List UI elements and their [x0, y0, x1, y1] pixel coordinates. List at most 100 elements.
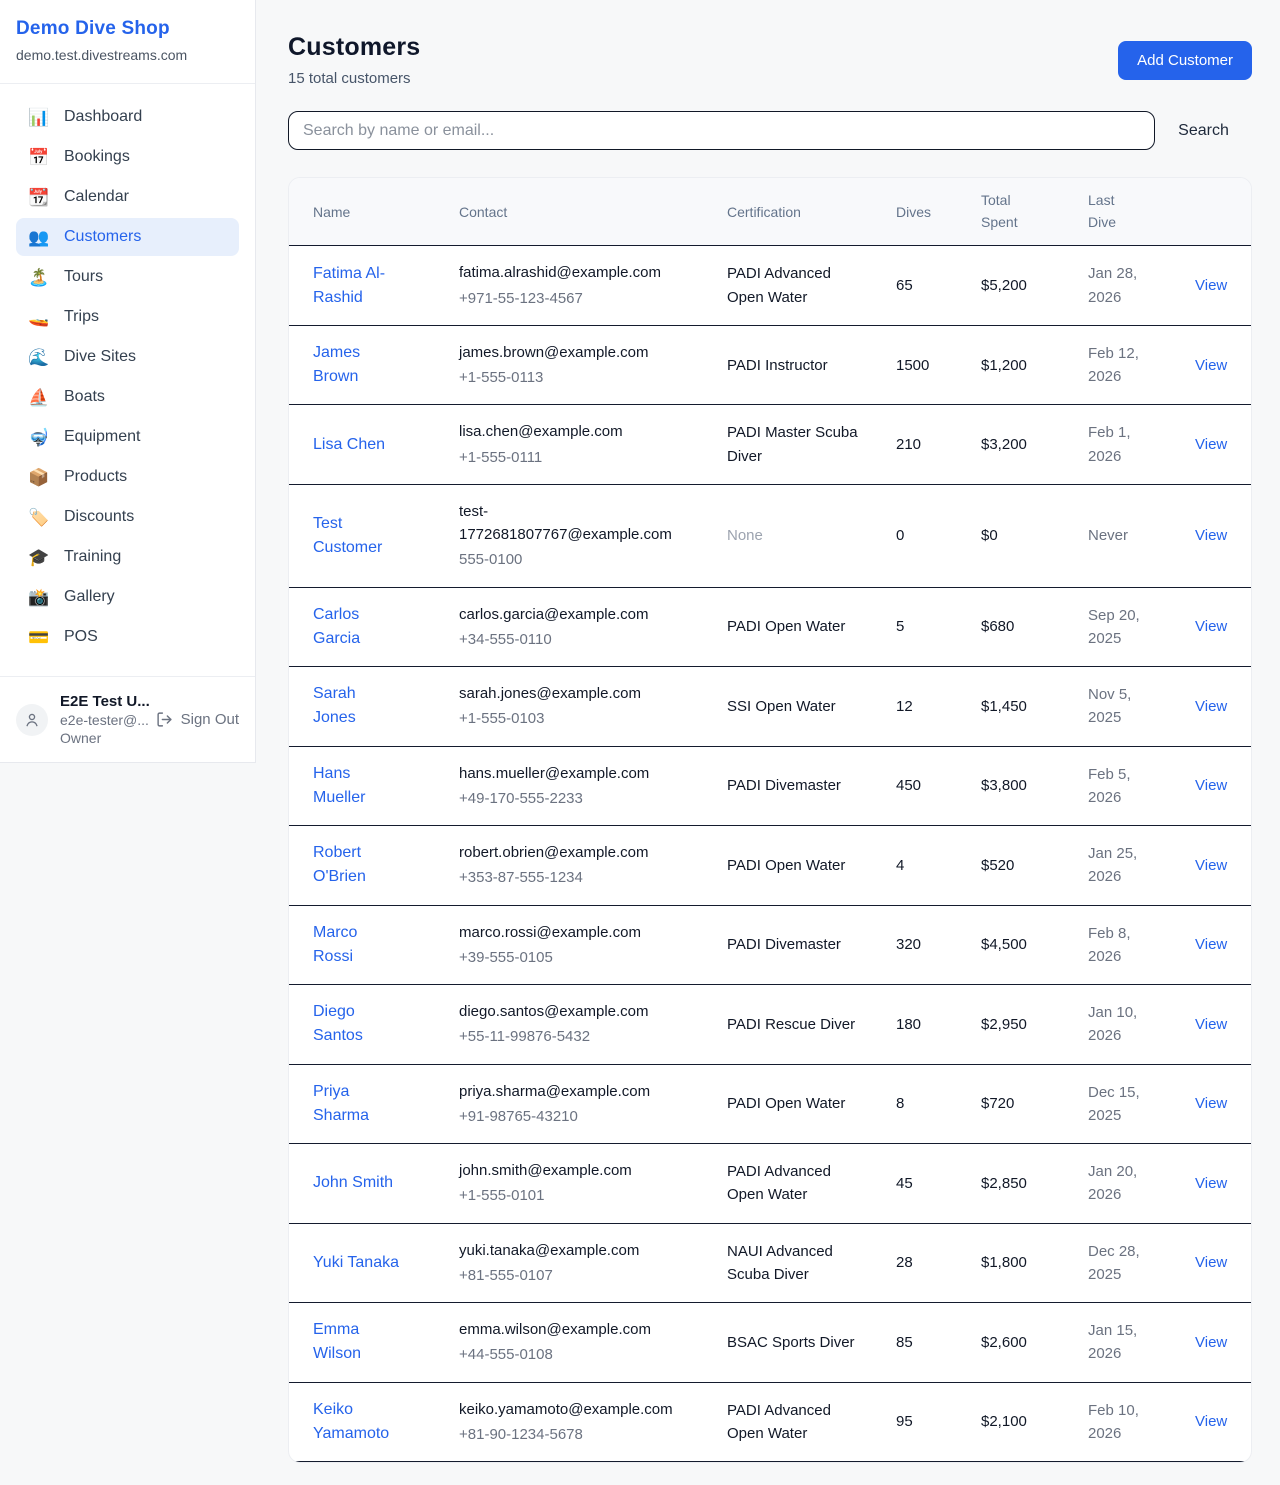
cell-dives: 1500: [896, 325, 981, 405]
cell-actions: View: [1195, 405, 1252, 485]
sidebar-nav: 📊 Dashboard 📅 Bookings 📆 Calendar 👥 Cust…: [0, 84, 255, 668]
cell-dives: 450: [896, 746, 981, 826]
column-header-certification: Certification: [727, 178, 896, 246]
view-link[interactable]: View: [1195, 857, 1227, 874]
view-link[interactable]: View: [1195, 1254, 1227, 1271]
cell-name: Carlos Garcia: [289, 587, 459, 667]
sidebar-item-bookings[interactable]: 📅 Bookings: [16, 138, 239, 176]
sidebar-item-dashboard[interactable]: 📊 Dashboard: [16, 98, 239, 136]
sign-out-button[interactable]: Sign Out: [156, 711, 239, 728]
customer-certification: PADI Divemaster: [727, 774, 859, 797]
view-link[interactable]: View: [1195, 698, 1227, 715]
nav-item-icon: 🏝️: [28, 269, 50, 286]
cell-certification: PADI Rescue Diver: [727, 985, 896, 1065]
view-link[interactable]: View: [1195, 1334, 1227, 1351]
add-customer-button[interactable]: Add Customer: [1118, 41, 1252, 80]
cell-name: Emma Wilson: [289, 1303, 459, 1383]
table-row: John Smith john.smith@example.com +1-555…: [289, 1144, 1252, 1224]
view-link[interactable]: View: [1195, 1175, 1227, 1192]
nav-item-label: POS: [64, 628, 98, 646]
nav-item-label: Equipment: [64, 428, 141, 446]
customer-name-link[interactable]: Robert O'Brien: [313, 841, 401, 889]
cell-total-spent: $680: [981, 587, 1088, 667]
cell-last-dive: Feb 1, 2026: [1088, 405, 1195, 485]
customer-name-link[interactable]: Carlos Garcia: [313, 603, 401, 651]
table-row: Diego Santos diego.santos@example.com +5…: [289, 985, 1252, 1065]
customer-phone: +1-555-0113: [459, 366, 679, 389]
nav-item-icon: 💳: [28, 629, 50, 646]
sidebar-item-training[interactable]: 🎓 Training: [16, 538, 239, 576]
cell-contact: carlos.garcia@example.com +34-555-0110: [459, 587, 727, 667]
search-row: Search: [288, 111, 1252, 150]
cell-contact: priya.sharma@example.com +91-98765-43210: [459, 1064, 727, 1144]
cell-dives: 28: [896, 1223, 981, 1303]
customer-name-link[interactable]: Yuki Tanaka: [313, 1251, 399, 1275]
cell-last-dive: Jan 20, 2026: [1088, 1144, 1195, 1224]
user-section: E2E Test U... e2e-tester@... Owner Sign …: [0, 676, 255, 762]
sidebar-item-products[interactable]: 📦 Products: [16, 458, 239, 496]
sidebar-item-boats[interactable]: ⛵ Boats: [16, 378, 239, 416]
nav-item-label: Calendar: [64, 188, 129, 206]
view-link[interactable]: View: [1195, 277, 1227, 294]
nav-item-label: Gallery: [64, 588, 115, 606]
customer-name-link[interactable]: Hans Mueller: [313, 762, 401, 810]
cell-dives: 65: [896, 246, 981, 326]
page-header: Customers 15 total customers Add Custome…: [288, 0, 1252, 87]
customer-name-link[interactable]: Test Customer: [313, 512, 401, 560]
table-row: Yuki Tanaka yuki.tanaka@example.com +81-…: [289, 1223, 1252, 1303]
customer-phone: +81-90-1234-5678: [459, 1423, 679, 1446]
view-link[interactable]: View: [1195, 1413, 1227, 1430]
cell-name: Diego Santos: [289, 985, 459, 1065]
sidebar-item-customers[interactable]: 👥 Customers: [16, 218, 239, 256]
view-link[interactable]: View: [1195, 1016, 1227, 1033]
customer-email: fatima.alrashid@example.com: [459, 261, 679, 284]
person-icon: [23, 711, 41, 729]
customer-name-link[interactable]: Sarah Jones: [313, 682, 401, 730]
cell-dives: 0: [896, 484, 981, 587]
customer-email: test-1772681807767@example.com: [459, 500, 679, 547]
customer-name-link[interactable]: Emma Wilson: [313, 1318, 401, 1366]
sidebar-item-discounts[interactable]: 🏷️ Discounts: [16, 498, 239, 536]
customer-phone: +55-11-99876-5432: [459, 1025, 679, 1048]
cell-total-spent: $5,200: [981, 246, 1088, 326]
cell-total-spent: $1,450: [981, 667, 1088, 747]
view-link[interactable]: View: [1195, 777, 1227, 794]
cell-actions: View: [1195, 905, 1252, 985]
customer-name-link[interactable]: Fatima Al-Rashid: [313, 262, 401, 310]
customer-phone: +34-555-0110: [459, 628, 679, 651]
sidebar-item-trips[interactable]: 🚤 Trips: [16, 298, 239, 336]
cell-total-spent: $3,800: [981, 746, 1088, 826]
search-input[interactable]: [288, 111, 1155, 150]
view-link[interactable]: View: [1195, 618, 1227, 635]
avatar: [16, 704, 48, 736]
customer-name-link[interactable]: Priya Sharma: [313, 1080, 401, 1128]
view-link[interactable]: View: [1195, 527, 1227, 544]
cell-last-dive: Jan 28, 2026: [1088, 246, 1195, 326]
sidebar-item-equipment[interactable]: 🤿 Equipment: [16, 418, 239, 456]
customer-email: hans.mueller@example.com: [459, 762, 679, 785]
view-link[interactable]: View: [1195, 436, 1227, 453]
cell-certification: PADI Master Scuba Diver: [727, 405, 896, 485]
sidebar-item-calendar[interactable]: 📆 Calendar: [16, 178, 239, 216]
cell-contact: test-1772681807767@example.com 555-0100: [459, 484, 727, 587]
customer-email: robert.obrien@example.com: [459, 841, 679, 864]
search-button[interactable]: Search: [1168, 114, 1239, 148]
cell-contact: marco.rossi@example.com +39-555-0105: [459, 905, 727, 985]
view-link[interactable]: View: [1195, 357, 1227, 374]
customer-name-link[interactable]: Keiko Yamamoto: [313, 1398, 401, 1446]
sidebar-item-tours[interactable]: 🏝️ Tours: [16, 258, 239, 296]
customer-name-link[interactable]: James Brown: [313, 341, 401, 389]
customer-name-link[interactable]: Lisa Chen: [313, 433, 385, 457]
customer-name-link[interactable]: John Smith: [313, 1171, 393, 1195]
cell-contact: robert.obrien@example.com +353-87-555-12…: [459, 826, 727, 906]
nav-item-icon: 👥: [28, 229, 50, 246]
customer-name-link[interactable]: Diego Santos: [313, 1000, 401, 1048]
customer-name-link[interactable]: Marco Rossi: [313, 921, 401, 969]
table-header-row: Name Contact Certification Dives Total S…: [289, 178, 1252, 246]
sidebar-item-gallery[interactable]: 📸 Gallery: [16, 578, 239, 616]
view-link[interactable]: View: [1195, 1095, 1227, 1112]
view-link[interactable]: View: [1195, 936, 1227, 953]
sidebar-item-dive-sites[interactable]: 🌊 Dive Sites: [16, 338, 239, 376]
sidebar-item-pos[interactable]: 💳 POS: [16, 618, 239, 656]
nav-item-icon: 📆: [28, 189, 50, 206]
